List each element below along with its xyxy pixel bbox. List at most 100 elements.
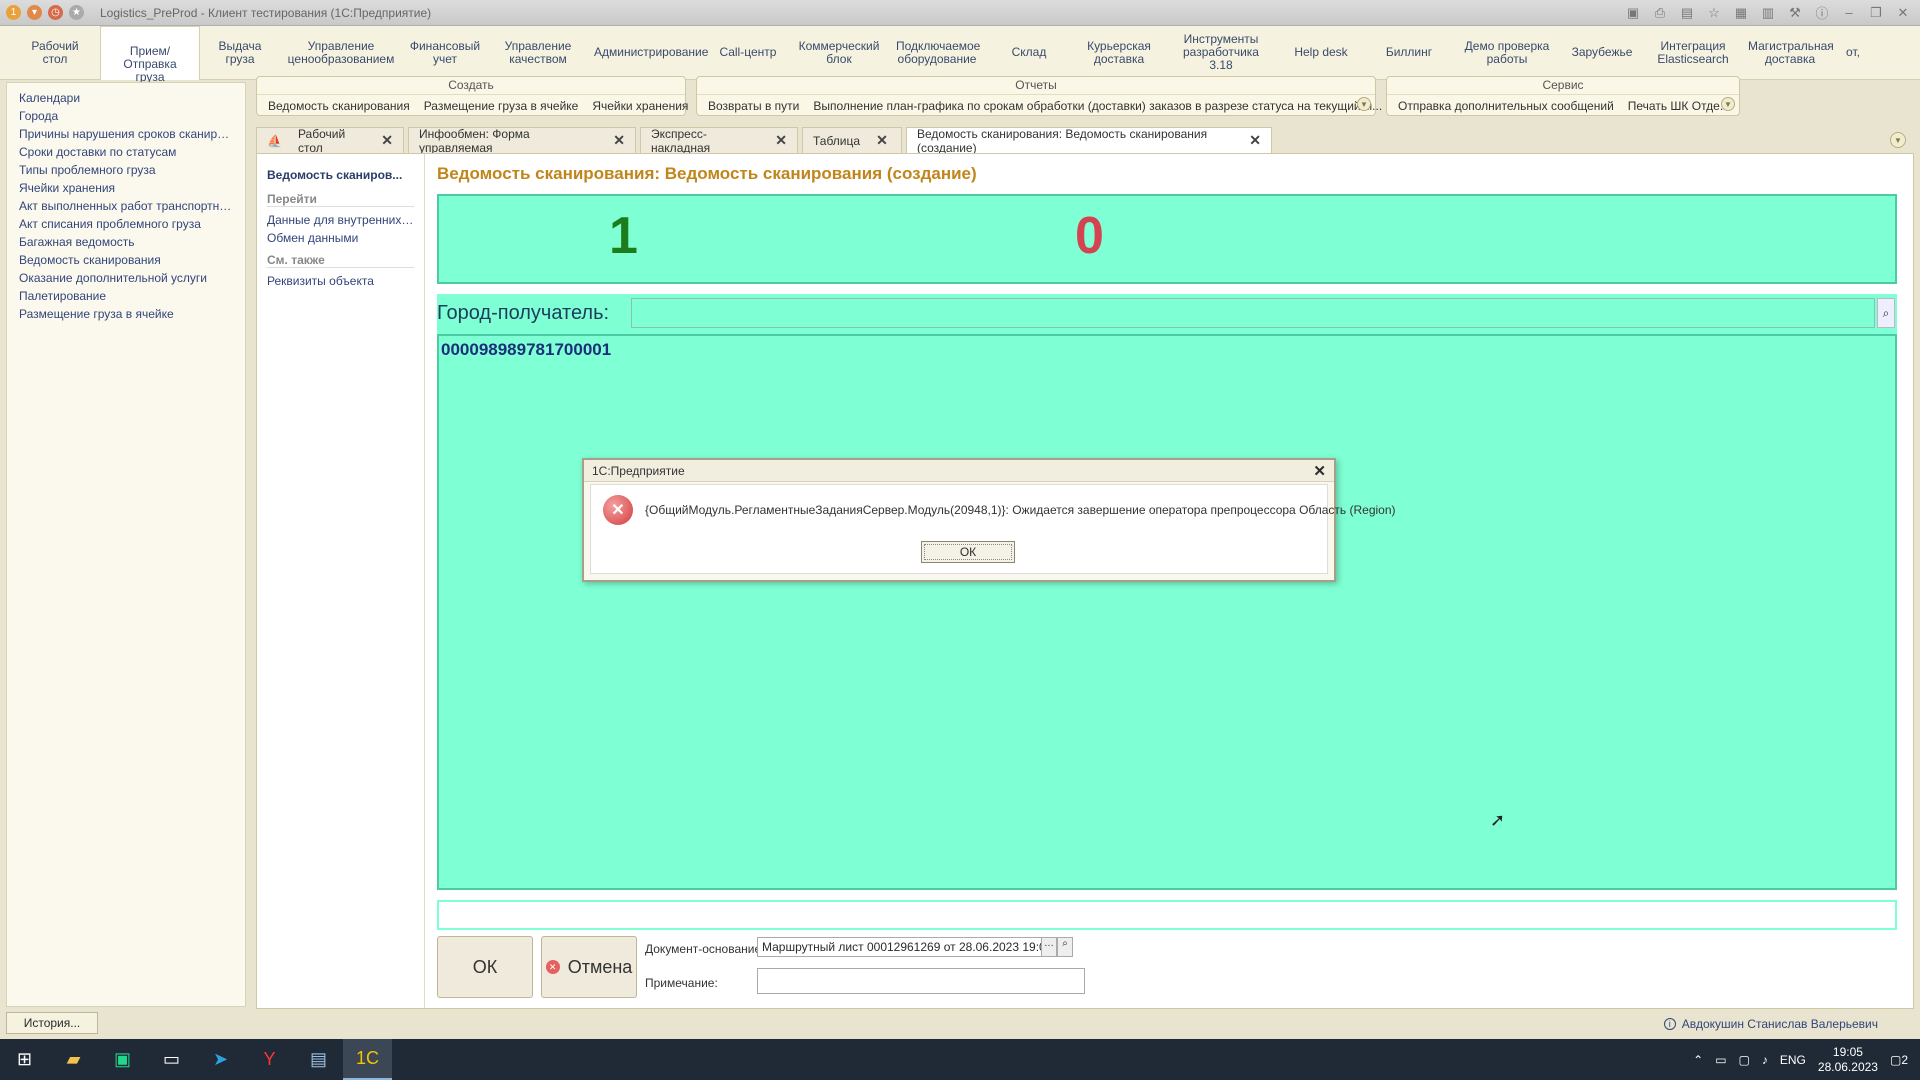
ok-button[interactable]: ОК [437, 936, 533, 998]
preview-icon[interactable]: ▤ [1678, 5, 1696, 21]
leftnav-item[interactable]: Багажная ведомость [19, 233, 233, 251]
leftnav-item[interactable]: Причины нарушения сроков сканирован... [19, 125, 233, 143]
close-window-icon[interactable]: ✕ [1894, 5, 1912, 21]
history-icon[interactable]: ◷ [48, 5, 63, 20]
section-warehouse[interactable]: Склад [984, 40, 1074, 65]
volume-icon[interactable]: ♪ [1762, 1053, 1768, 1067]
minimize-icon[interactable]: – [1840, 5, 1858, 20]
form-nav-link[interactable]: Обмен данными [267, 229, 414, 247]
leftnav-item[interactable]: Города [19, 107, 233, 125]
section-call-center[interactable]: Call-центр [708, 40, 788, 65]
terminal-icon[interactable]: ▭ [147, 1039, 196, 1080]
section-courier[interactable]: Курьерская доставка [1074, 34, 1164, 72]
leftnav-item[interactable]: Акт списания проблемного груза [19, 215, 233, 233]
close-tab-icon[interactable]: ✕ [381, 132, 393, 149]
create-storage-cells-link[interactable]: Ячейки хранения [585, 95, 695, 117]
create-scan-sheet-link[interactable]: Ведомость сканирования [261, 95, 417, 117]
section-billing[interactable]: Биллинг [1364, 40, 1454, 65]
form-nav-current[interactable]: Ведомость сканиров... [267, 168, 414, 182]
print-icon[interactable]: ⎙ [1651, 5, 1669, 21]
section-more[interactable]: от, [1838, 40, 1868, 65]
section-trunk-delivery[interactable]: Магистральная доставка [1742, 34, 1838, 72]
form-nav-link[interactable]: Реквизиты объекта [267, 272, 414, 290]
list-item[interactable]: 000098989781700001 [441, 340, 611, 360]
note-field[interactable] [757, 968, 1085, 994]
favorites-star-icon[interactable]: ★ [69, 5, 84, 20]
service-print-barcode-link[interactable]: Печать ШК Отде... [1621, 95, 1737, 117]
favorite-add-icon[interactable]: ☆ [1705, 5, 1723, 21]
form-nav-link[interactable]: Данные для внутренних в... [267, 211, 414, 229]
doc-basis-field[interactable]: Маршрутный лист 00012961269 от 28.06.202… [757, 937, 1045, 957]
section-issue[interactable]: Выдача груза [200, 34, 280, 72]
file-explorer-icon[interactable]: ▰ [49, 1039, 98, 1080]
section-commercial[interactable]: Коммерческий блок [788, 34, 890, 72]
clock[interactable]: 19:05 28.06.2023 [1818, 1045, 1878, 1075]
open-search-icon[interactable]: ⌕ [1057, 937, 1073, 957]
tabs-menu-icon[interactable]: ▼ [1890, 132, 1906, 148]
history-button[interactable]: История... [6, 1012, 98, 1034]
leftnav-item[interactable]: Палетирование [19, 287, 233, 305]
section-finance[interactable]: Финансовый учет [402, 34, 488, 72]
yandex-browser-icon[interactable]: Y [245, 1039, 294, 1080]
tools-icon[interactable]: ⚒ [1786, 5, 1804, 21]
notepad-icon[interactable]: ▤ [294, 1039, 343, 1080]
info-icon[interactable]: ⓘ [1813, 3, 1831, 22]
current-user[interactable]: i Авдокушин Станислав Валерьевич [1663, 1017, 1878, 1031]
app-logo-icon[interactable]: 1 [6, 5, 21, 20]
pycharm-icon[interactable]: ▣ [98, 1039, 147, 1080]
service-messages-link[interactable]: Отправка дополнительных сообщений [1391, 95, 1621, 117]
leftnav-item[interactable]: Оказание дополнительной услуги [19, 269, 233, 287]
leftnav-item[interactable]: Ведомость сканирования [19, 251, 233, 269]
report-returns-link[interactable]: Возвраты в пути [701, 95, 806, 117]
tray-expand-icon[interactable]: ⌃ [1693, 1053, 1703, 1067]
leftnav-item[interactable]: Ячейки хранения [19, 179, 233, 197]
section-pricing[interactable]: Управление ценообразованием [280, 34, 402, 72]
section-quality[interactable]: Управление качеством [488, 34, 588, 72]
section-desktop[interactable]: Рабочий стол [10, 34, 100, 72]
section-elasticsearch[interactable]: Интеграция Elasticsearch [1644, 34, 1742, 72]
tab-scan-sheet[interactable]: Ведомость сканирования: Ведомость сканир… [906, 127, 1272, 155]
tab-express-waybill[interactable]: Экспресс-накладная ✕ [640, 127, 798, 155]
close-tab-icon[interactable]: ✕ [775, 132, 787, 149]
report-schedule-link[interactable]: Выполнение план-графика по срокам обрабо… [806, 95, 1389, 117]
network-icon[interactable]: ▭ [1715, 1053, 1726, 1067]
leftnav-item[interactable]: Календари [19, 89, 233, 107]
select-ellipsis-icon[interactable]: … [1041, 937, 1057, 957]
display-icon[interactable]: ▢ [1739, 1053, 1750, 1067]
restore-icon[interactable]: ❐ [1867, 5, 1885, 21]
scanned-list[interactable]: 000098989781700001 [437, 334, 1897, 890]
city-input[interactable] [631, 298, 1875, 328]
close-tab-icon[interactable]: ✕ [613, 132, 625, 149]
reports-more-icon[interactable]: ▼ [1357, 97, 1371, 111]
language-indicator[interactable]: ENG [1780, 1053, 1806, 1067]
create-placement-link[interactable]: Размещение груза в ячейке [417, 95, 586, 117]
onec-app-icon[interactable]: 1С [343, 1039, 392, 1080]
menu-icon[interactable]: ▾ [27, 5, 42, 20]
search-icon[interactable]: ⌕ [1877, 298, 1895, 328]
tab-desktop[interactable]: ⛵ Рабочий стол ✕ [256, 127, 404, 155]
section-equipment[interactable]: Подключаемое оборудование [890, 34, 984, 72]
close-tab-icon[interactable]: ✕ [876, 132, 888, 149]
section-abroad[interactable]: Зарубежье [1560, 40, 1644, 65]
section-dev-tools[interactable]: Инструменты разработчика 3.18 [1164, 27, 1278, 78]
barcode-input[interactable] [437, 900, 1897, 930]
tab-table[interactable]: Таблица ✕ [802, 127, 902, 153]
save-icon[interactable]: ▣ [1624, 5, 1642, 21]
section-help-desk[interactable]: Help desk [1278, 40, 1364, 65]
section-admin[interactable]: Администрирование [588, 40, 708, 65]
section-demo[interactable]: Демо проверка работы [1454, 34, 1560, 72]
close-tab-icon[interactable]: ✕ [1249, 132, 1261, 149]
tab-infoexchange[interactable]: Инфообмен: Форма управляемая ✕ [408, 127, 636, 155]
leftnav-item[interactable]: Размещение груза в ячейке [19, 305, 233, 323]
leftnav-item[interactable]: Типы проблемного груза [19, 161, 233, 179]
service-more-icon[interactable]: ▼ [1721, 97, 1735, 111]
calculator-icon[interactable]: ▦ [1732, 5, 1750, 21]
windows-start-icon[interactable]: ⊞ [0, 1039, 49, 1080]
close-dialog-icon[interactable]: ✕ [1313, 462, 1326, 480]
cancel-button[interactable]: ✕ Отмена [541, 936, 637, 998]
leftnav-item[interactable]: Акт выполненных работ транспортных к... [19, 197, 233, 215]
dialog-ok-button[interactable]: ОК [921, 541, 1015, 563]
calendar-icon[interactable]: ▥ [1759, 5, 1777, 21]
section-receive-send[interactable]: Прием/Отправка груза [100, 25, 200, 83]
leftnav-item[interactable]: Сроки доставки по статусам [19, 143, 233, 161]
